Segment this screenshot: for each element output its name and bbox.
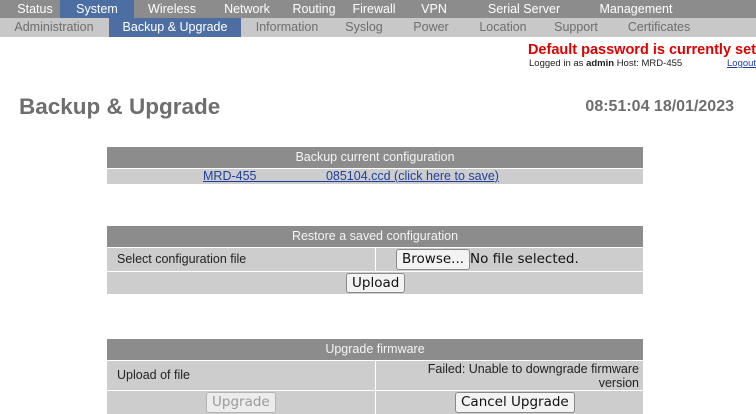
page-title: Backup & Upgrade bbox=[19, 94, 221, 119]
tab-management[interactable]: Management bbox=[584, 0, 688, 18]
default-password-warning: Default password is currently set bbox=[527, 42, 756, 58]
tab-firewall[interactable]: Firewall bbox=[344, 0, 404, 18]
upload-row: Upload bbox=[107, 271, 643, 294]
upgrade-button[interactable]: Upgrade bbox=[206, 392, 276, 413]
backup-panel-heading: Backup current configuration bbox=[107, 147, 643, 168]
restore-file-row: Select configuration file Browse... No f… bbox=[107, 247, 643, 271]
tab-administration[interactable]: Administration bbox=[0, 18, 108, 37]
upload-button[interactable]: Upload bbox=[346, 273, 406, 293]
logged-in-user: admin bbox=[586, 58, 615, 69]
tab-network[interactable]: Network bbox=[210, 0, 284, 18]
secondary-nav: Administration Backup & Upgrade Informat… bbox=[0, 18, 756, 37]
current-datetime: 08:51:04 18/01/2023 bbox=[585, 98, 734, 115]
tab-information[interactable]: Information bbox=[241, 18, 333, 37]
tab-serial-server[interactable]: Serial Server bbox=[466, 0, 582, 18]
no-file-selected-text: No file selected. bbox=[470, 251, 579, 267]
select-file-label: Select configuration file bbox=[117, 252, 247, 266]
firmware-panel-heading: Upgrade firmware bbox=[107, 339, 643, 360]
backup-row: MRD-455 085104.ccd (click here to save) bbox=[107, 168, 643, 184]
tab-status[interactable]: Status bbox=[10, 0, 60, 18]
restore-panel: Restore a saved configuration Select con… bbox=[107, 226, 643, 294]
upload-of-file-label: Upload of file bbox=[117, 368, 190, 382]
primary-nav: Status System Wireless Network Routing F… bbox=[0, 0, 756, 18]
firmware-action-row: Upgrade Cancel Upgrade bbox=[107, 390, 643, 414]
firmware-status-message: Failed: Unable to downgrade firmware ver… bbox=[427, 362, 639, 390]
firmware-file-row: Upload of file Failed: Unable to downgra… bbox=[107, 360, 643, 390]
upload-label-cell: Upload of file bbox=[107, 361, 375, 390]
tab-backup-upgrade[interactable]: Backup & Upgrade bbox=[109, 18, 241, 37]
login-info: Logged in as admin Host: MRD-455 bbox=[529, 58, 682, 69]
tab-certificates[interactable]: Certificates bbox=[613, 18, 705, 37]
cancel-upgrade-cell: Cancel Upgrade bbox=[376, 391, 643, 414]
tab-location[interactable]: Location bbox=[467, 18, 539, 37]
backup-panel: Backup current configuration MRD-455 085… bbox=[107, 147, 643, 184]
upgrade-cell: Upgrade bbox=[107, 391, 375, 414]
cancel-upgrade-button[interactable]: Cancel Upgrade bbox=[455, 392, 575, 413]
host-name: MRD-455 bbox=[641, 58, 683, 69]
browse-button[interactable]: Browse... bbox=[396, 249, 471, 270]
select-file-label-cell: Select configuration file bbox=[107, 248, 375, 271]
firmware-status-cell: Failed: Unable to downgrade firmware ver… bbox=[376, 361, 643, 390]
logged-in-prefix: Logged in as bbox=[529, 58, 584, 69]
tab-power[interactable]: Power bbox=[395, 18, 467, 37]
file-picker-cell: Browse... No file selected. bbox=[376, 248, 643, 271]
restore-panel-heading: Restore a saved configuration bbox=[107, 226, 643, 247]
tab-syslog[interactable]: Syslog bbox=[333, 18, 395, 37]
tab-wireless[interactable]: Wireless bbox=[134, 0, 210, 18]
host-label: Host: bbox=[616, 58, 639, 69]
logout-link[interactable]: Logout bbox=[727, 58, 756, 69]
save-configuration-link[interactable]: MRD-455 085104.ccd (click here to save) bbox=[203, 169, 499, 183]
tab-routing[interactable]: Routing bbox=[284, 0, 344, 18]
tab-system[interactable]: System bbox=[60, 0, 134, 18]
tab-support[interactable]: Support bbox=[539, 18, 613, 37]
tab-vpn[interactable]: VPN bbox=[404, 0, 464, 18]
firmware-panel: Upgrade firmware Upload of file Failed: … bbox=[107, 339, 643, 414]
